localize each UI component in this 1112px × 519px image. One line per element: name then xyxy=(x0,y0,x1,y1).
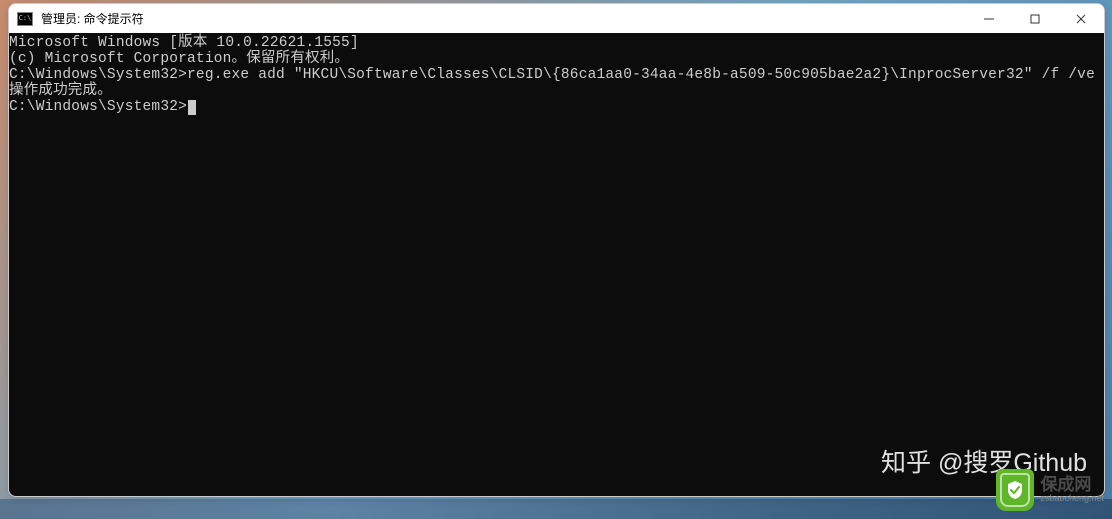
terminal-line: C:\Windows\System32>reg.exe add "HKCU\So… xyxy=(9,67,1104,83)
maximize-button[interactable] xyxy=(1012,4,1058,33)
close-button[interactable] xyxy=(1058,4,1104,33)
window-title: 管理员: 命令提示符 xyxy=(41,10,144,27)
cmd-icon: C:\ xyxy=(17,12,33,26)
terminal-prompt-line: C:\Windows\System32> xyxy=(9,99,1104,115)
terminal-prompt: C:\Windows\System32> xyxy=(9,99,187,115)
command-prompt-window: C:\ 管理员: 命令提示符 Microsoft Windows [版本 10.… xyxy=(8,3,1105,497)
window-controls xyxy=(966,4,1104,33)
terminal-line: Microsoft Windows [版本 10.0.22621.1555] xyxy=(9,35,1104,51)
terminal-body[interactable]: Microsoft Windows [版本 10.0.22621.1555](c… xyxy=(9,33,1104,496)
window-titlebar[interactable]: C:\ 管理员: 命令提示符 xyxy=(9,4,1104,33)
terminal-line: (c) Microsoft Corporation。保留所有权利。 xyxy=(9,51,1104,67)
minimize-button[interactable] xyxy=(966,4,1012,33)
cursor xyxy=(188,100,196,115)
terminal-line: 操作成功完成。 xyxy=(9,83,1104,99)
desktop-background-strip xyxy=(0,499,1112,519)
